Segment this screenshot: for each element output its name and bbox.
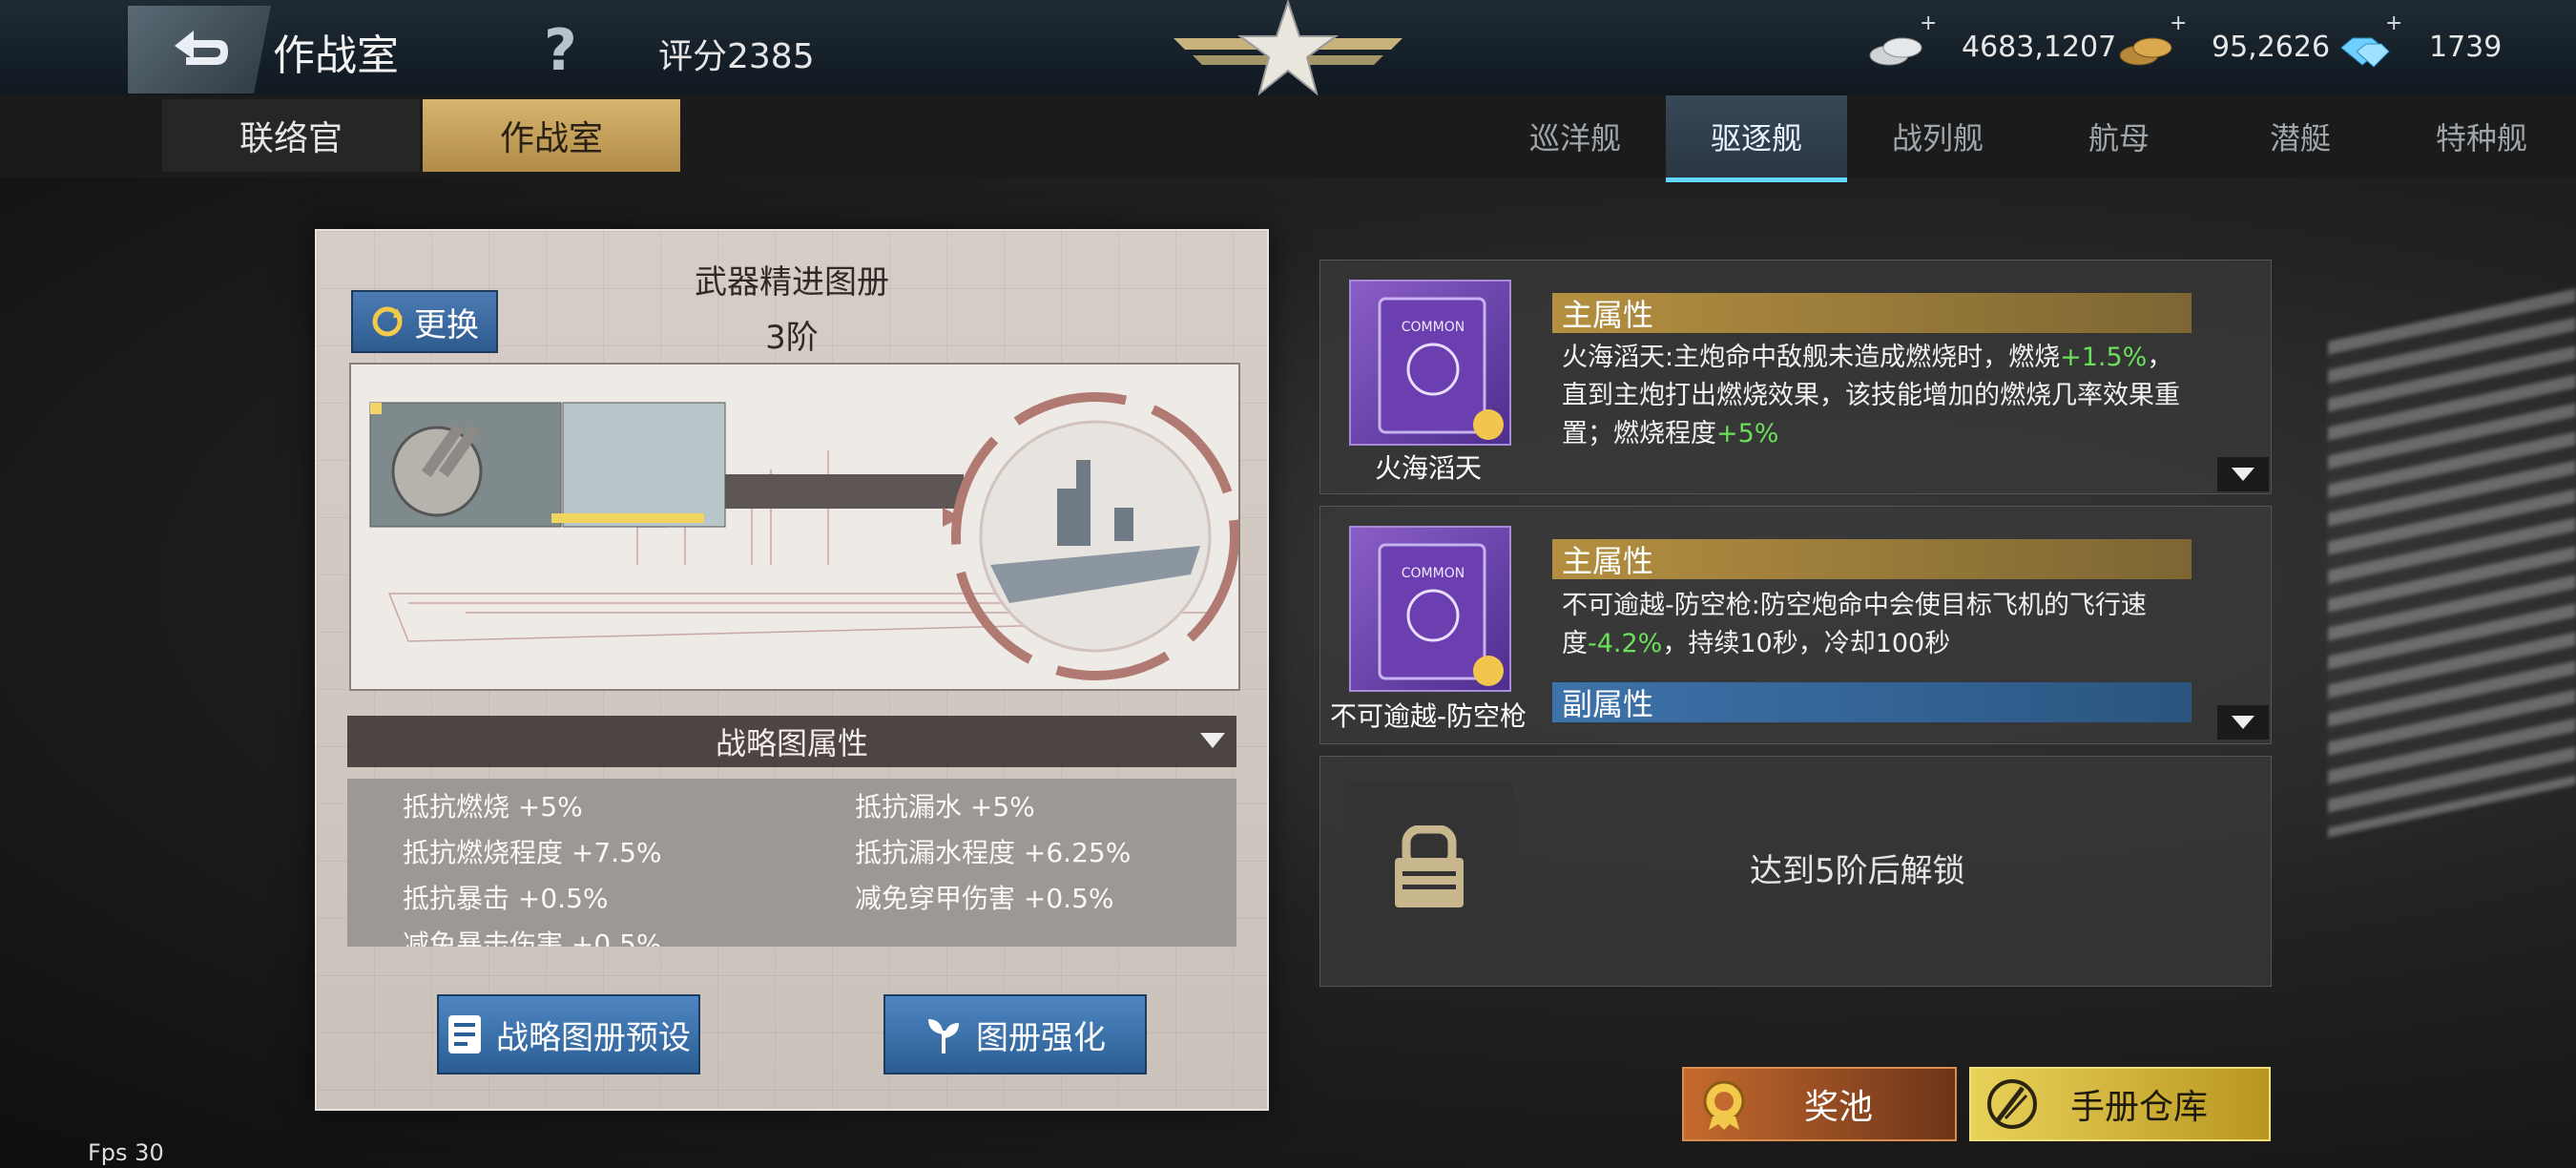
unlock-hint: 达到5阶后解锁 [1750,852,1965,890]
tab-carrier[interactable]: 航母 [2028,95,2210,177]
silver-coins-icon [1869,37,1922,66]
window-light-decoration [2328,288,2576,838]
strategy-attributes-header[interactable]: 战略图属性 [347,716,1236,767]
tab-liaison-officer[interactable]: 联络官 [162,99,420,172]
atlas-preset-label: 战略图册预设 [496,1018,691,1057]
tab-special-ship[interactable]: 特种舰 [2391,95,2572,177]
strategy-attributes-list[interactable]: 抵抗燃烧 +5% 抵抗漏水 +5% 抵抗燃烧程度 +7.5% 抵抗漏水程度 +6… [347,779,1236,947]
skill-slot-2: COMMON 不可逾越-防空枪 主属性 不可逾越-防空枪:防空炮命中会使目标飞机… [1319,506,2272,744]
back-arrow-icon [175,31,228,65]
tab-battleship[interactable]: 战列舰 [1847,95,2028,177]
rank-star-emblem-icon [1174,0,1402,96]
main-attribute-bar: 主属性 [1552,539,2192,579]
main-attribute-bar: 主属性 [1552,293,2192,333]
locked-book-slot [1345,782,1513,954]
attribute-item: 抵抗燃烧程度 +7.5% [403,837,662,868]
compass-icon [1987,1079,2037,1129]
tab-submarine[interactable]: 潜艇 [2210,95,2391,177]
document-list-icon [448,1015,481,1053]
tab-destroyer[interactable]: 驱逐舰 [1666,95,1847,182]
skill-book-name: 不可逾越-防空枪 [1329,700,1527,732]
skill-book-antiair[interactable]: COMMON [1349,526,1511,692]
diamond-amount: 1739 [2429,31,2503,64]
skill-description: 不可逾越-防空枪:防空炮命中会使目标飞机的飞行速度-4.2%，持续10秒，冷却1… [1562,591,2147,658]
dropdown-triangle-icon [1200,733,1225,748]
reward-pool-label: 奖池 [1803,1088,1873,1127]
top-bar: 作战室 ? 评分2385 + 4683,1207 + 95,2626 + 173… [0,0,2576,97]
refresh-icon [372,306,403,337]
dropdown-triangle-icon [2232,468,2254,481]
diamond-icon [2340,37,2390,68]
dropdown-triangle-icon [2232,716,2254,729]
tab-war-room[interactable]: 作战室 [423,99,680,172]
atlas-upgrade-button[interactable]: 图册强化 [883,994,1147,1074]
fps-counter: Fps 30 [88,1139,164,1166]
manual-warehouse-label: 手册仓库 [2069,1088,2208,1127]
back-button[interactable] [128,6,271,94]
expand-button[interactable] [2217,705,2269,740]
atlas-upgrade-label: 图册强化 [976,1018,1106,1057]
blueprint-drawing [369,392,1238,680]
add-diamond-button[interactable]: + [2385,11,2402,35]
strategy-attributes-title: 战略图属性 [715,725,868,761]
skill-book-name: 火海滔天 [1374,452,1482,484]
lock-icon [1395,825,1464,907]
atlas-panel: 武器精进图册 3阶 更换 战略图属性 抵抗燃烧 +5% 抵抗漏水 +5% 抵抗燃… [315,229,1269,1111]
atlas-preset-button[interactable]: 战略图册预设 [437,994,700,1074]
skill-book-icon: COMMON [1378,543,1504,686]
gold-amount: 95,2626 [2212,31,2331,64]
swap-button[interactable]: 更换 [351,290,498,353]
silver-amount: 4683,1207 [1962,31,2117,64]
score-label: 评分2385 [658,37,815,76]
attribute-item: 减免暴击伤害 +0.5% [403,928,662,947]
skill-description: 火海滔天:主炮命中敌舰未造成燃烧时，燃烧+1.5%，直到主炮打出燃烧效果，该技能… [1562,343,2180,448]
attribute-item: 抵抗暴击 +0.5% [403,883,609,914]
book-badge: COMMON [1402,320,1465,335]
gold-coins-icon [2119,37,2172,66]
reward-pool-button[interactable]: 奖池 [1682,1067,1957,1141]
ship-blueprint [349,363,1240,691]
attribute-item: 抵抗漏水 +5% [855,791,1035,823]
skill-slot-1: COMMON 火海滔天 主属性 火海滔天:主炮命中敌舰未造成燃烧时，燃烧+1.5… [1319,260,2272,494]
swap-label: 更换 [414,305,479,344]
sub-attribute-bar: 副属性 [1552,682,2192,722]
medal-icon [1703,1080,1745,1130]
sprout-icon [928,1019,959,1053]
expand-button[interactable] [2217,457,2269,491]
attribute-item: 抵抗漏水程度 +6.25% [855,837,1132,868]
attribute-item: 抵抗燃烧 +5% [403,791,583,823]
add-gold-button[interactable]: + [2170,11,2187,35]
book-badge: COMMON [1402,566,1465,581]
tab-cruiser[interactable]: 巡洋舰 [1485,95,1666,177]
attribute-item: 减免穿甲伤害 +0.5% [855,883,1114,914]
skill-book-fire[interactable]: COMMON [1349,280,1511,446]
add-silver-button[interactable]: + [1920,11,1937,35]
skill-book-icon: COMMON [1378,297,1504,440]
manual-warehouse-button[interactable]: 手册仓库 [1969,1067,2271,1141]
help-icon[interactable]: ? [544,17,577,84]
page-title: 作战室 [273,31,399,80]
